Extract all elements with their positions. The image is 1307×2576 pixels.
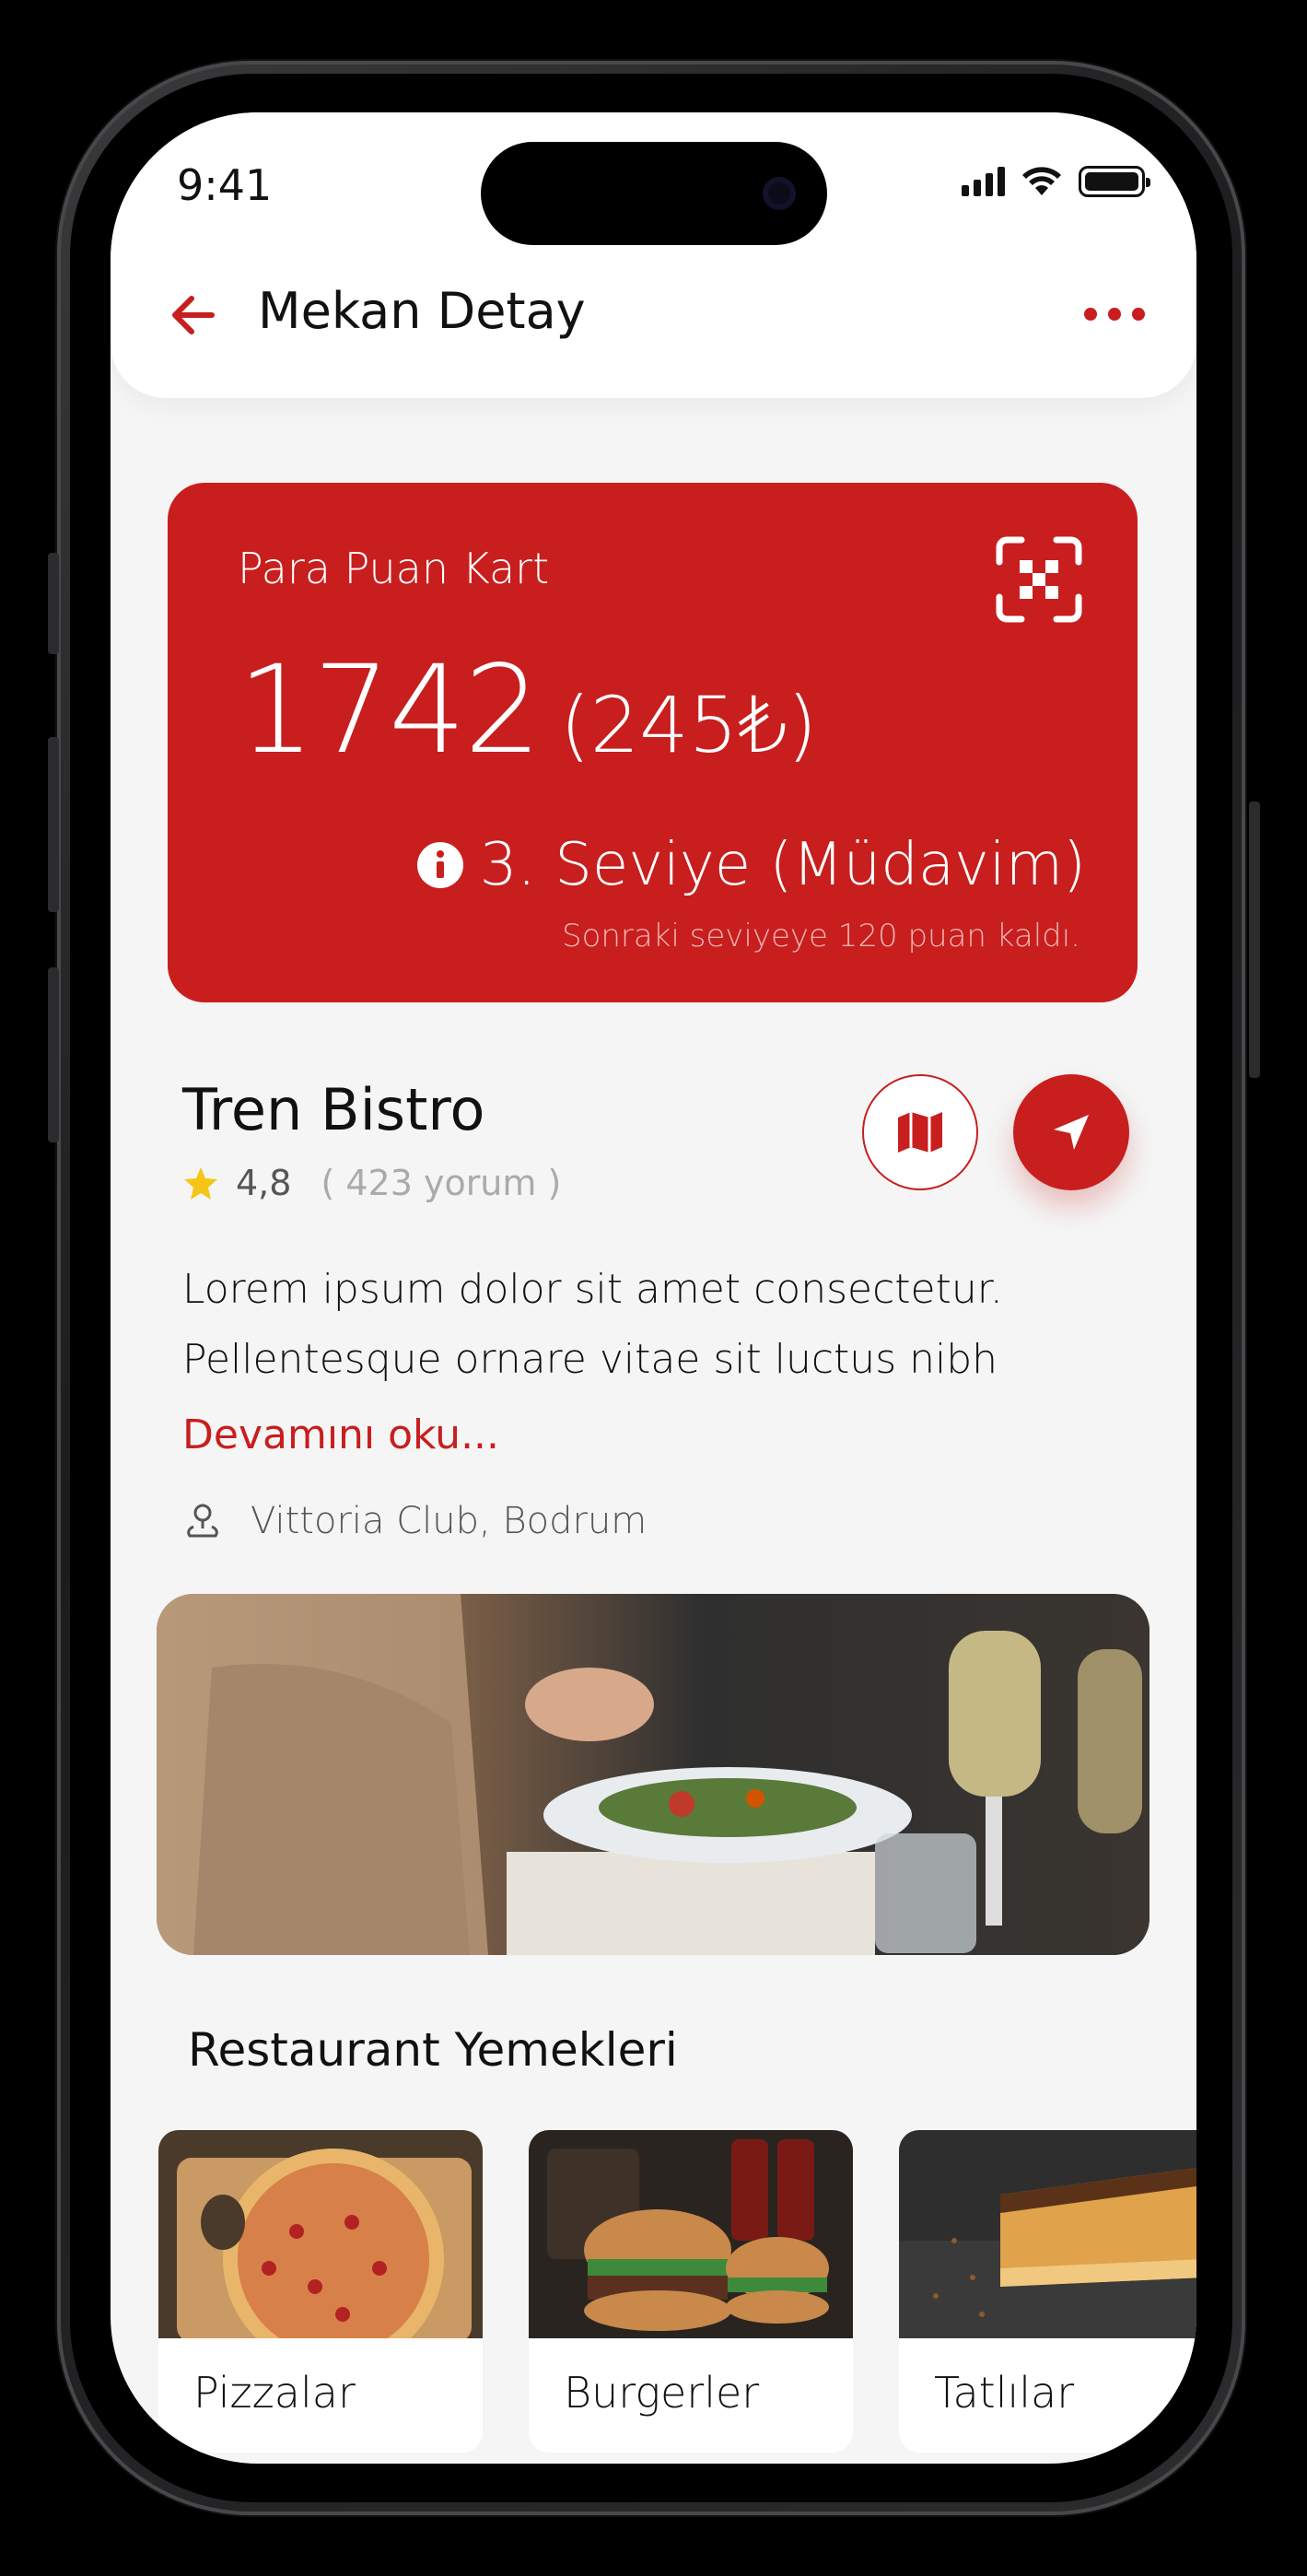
more-options-icon[interactable]	[1084, 308, 1145, 321]
battery-icon	[1079, 166, 1150, 197]
dynamic-island	[481, 142, 827, 245]
loyalty-card: Para Puan Kart 1742 (245₺) 3. Seviye (Mü…	[168, 483, 1138, 1002]
restaurant-name: Tren Bistro	[182, 1076, 485, 1143]
restaurant-photo[interactable]	[157, 1594, 1149, 1955]
category-label: Tatlılar	[934, 2368, 1075, 2418]
map-icon	[898, 1112, 942, 1153]
qr-scan-icon[interactable]	[994, 534, 1084, 625]
camera-lens	[763, 177, 796, 210]
next-level-text: Sonraki seviyeye 120 puan kaldı.	[561, 918, 1080, 954]
signal-icon	[962, 167, 1005, 196]
dessert-image	[899, 2130, 1196, 2338]
category-card-pizza[interactable]: Pizzalar	[158, 2130, 483, 2453]
action-button	[48, 553, 59, 654]
power-button	[1249, 802, 1260, 1078]
status-icons	[962, 166, 1150, 197]
location-text: Vittoria Club, Bodrum	[251, 1500, 648, 1542]
category-label: Pizzalar	[193, 2368, 356, 2418]
status-time: 9:41	[177, 160, 273, 210]
review-count[interactable]: ( 423 yorum )	[321, 1163, 561, 1203]
map-button[interactable]	[862, 1074, 978, 1190]
dining-illustration	[157, 1594, 1149, 1955]
app-header: 9:41 Mekan Detay	[111, 112, 1196, 398]
location-row: Vittoria Club, Bodrum	[182, 1500, 647, 1542]
points-display: 1742 (245₺)	[238, 639, 817, 781]
category-card-dessert[interactable]: Tatlılar	[899, 2130, 1196, 2453]
points-value: 1742	[238, 639, 542, 781]
section-title: Restaurant Yemekleri	[188, 2023, 678, 2077]
level-text: 3. Seviye (Müdavim)	[479, 831, 1086, 899]
info-icon[interactable]	[415, 840, 465, 890]
navigate-button[interactable]	[1013, 1074, 1129, 1190]
category-card-burger[interactable]: Burgerler	[529, 2130, 853, 2453]
restaurant-description: Lorem ipsum dolor sit amet consectetur. …	[182, 1266, 1003, 1383]
burger-image	[529, 2130, 853, 2338]
navigation-arrow-icon	[1054, 1115, 1089, 1150]
rating-row: 4,8 ( 423 yorum )	[182, 1163, 561, 1203]
volume-up-button	[48, 737, 59, 912]
app-screen: 9:41 Mekan Detay Para Puan Kart 1742 (24…	[111, 112, 1196, 2464]
pizza-image	[158, 2130, 483, 2370]
card-title: Para Puan Kart	[238, 544, 550, 593]
location-pin-icon	[187, 1504, 218, 1538]
level-row: 3. Seviye (Müdavim)	[415, 831, 1086, 899]
read-more-link[interactable]: Devamını oku...	[182, 1411, 499, 1458]
star-icon	[184, 1167, 217, 1200]
wifi-icon	[1022, 167, 1061, 195]
volume-down-button	[48, 967, 59, 1142]
rating-value: 4,8	[236, 1163, 292, 1203]
page-title: Mekan Detay	[258, 282, 586, 340]
back-arrow-icon[interactable]	[166, 287, 221, 343]
category-label: Burgerler	[564, 2368, 760, 2418]
points-money-value: (245₺)	[559, 680, 818, 770]
